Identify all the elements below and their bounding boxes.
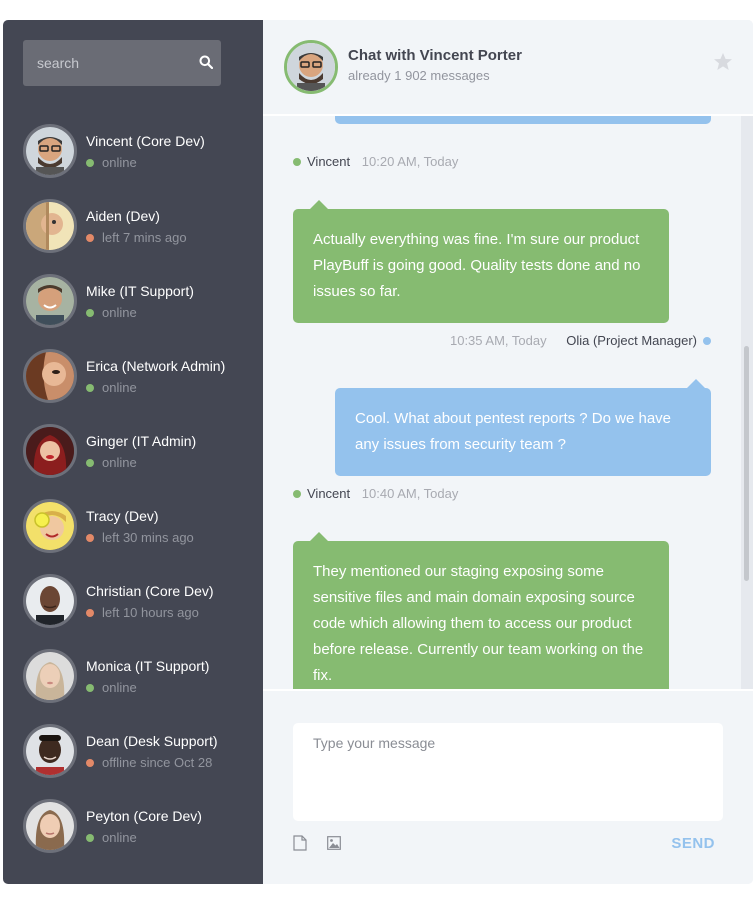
- image-icon[interactable]: [327, 836, 341, 850]
- avatar: [23, 349, 77, 403]
- avatar: [23, 199, 77, 253]
- status-dot: [86, 309, 94, 317]
- message-meta: Vincent 10:40 AM, Today: [293, 486, 458, 501]
- message-bubble: Actually everything was fine. I'm sure o…: [293, 200, 669, 323]
- contact-status: left 30 mins ago: [86, 530, 194, 545]
- star-icon[interactable]: [713, 52, 733, 72]
- message-meta: 10:35 AM, Today Olia (Project Manager): [450, 333, 711, 348]
- status-dot: [86, 684, 94, 692]
- contact-name: Erica (Network Admin): [86, 358, 226, 374]
- message-sender: Vincent: [307, 486, 351, 501]
- scrollbar[interactable]: [741, 116, 753, 689]
- status-dot: [86, 159, 94, 167]
- message-text: Cool. What about pentest reports ? Do we…: [355, 410, 672, 453]
- contact-item[interactable]: Vincent (Core Dev) online: [3, 124, 263, 199]
- message-bubble: They mentioned our staging exposing some…: [293, 532, 669, 689]
- contact-name: Aiden (Dev): [86, 208, 160, 224]
- contact-name: Mike (IT Support): [86, 283, 194, 299]
- message-sender: Olia (Project Manager): [566, 333, 697, 348]
- contact-name: Peyton (Core Dev): [86, 808, 202, 824]
- status-dot: [86, 234, 94, 242]
- message-time: 10:20 AM, Today: [361, 154, 459, 169]
- message-time: 10:35 AM, Today: [449, 333, 547, 348]
- avatar: [23, 724, 77, 778]
- chat-app: Vincent (Core Dev) online Aiden (Dev) le…: [3, 20, 753, 884]
- contact-item[interactable]: Monica (IT Support) online: [3, 649, 263, 724]
- message-text: They mentioned our staging exposing some…: [313, 563, 644, 684]
- status-dot: [86, 534, 94, 542]
- contact-item[interactable]: Aiden (Dev) left 7 mins ago: [3, 199, 263, 274]
- message-input[interactable]: [293, 723, 723, 821]
- chat-header: Chat with Vincent Porter already 1 902 m…: [263, 20, 753, 116]
- contact-item[interactable]: Mike (IT Support) online: [3, 274, 263, 349]
- message-text: Actually everything was fine. I'm sure o…: [313, 231, 641, 300]
- contact-name: Vincent (Core Dev): [86, 133, 205, 149]
- status-dot: [703, 337, 711, 345]
- message-composer: SEND: [263, 693, 753, 884]
- contact-name: Christian (Core Dev): [86, 583, 214, 599]
- contact-name: Dean (Desk Support): [86, 733, 218, 749]
- avatar: [23, 574, 77, 628]
- search-input[interactable]: [23, 40, 221, 86]
- contact-name: Ginger (IT Admin): [86, 433, 197, 449]
- file-icon[interactable]: [293, 835, 307, 851]
- status-dot: [86, 384, 94, 392]
- avatar: [23, 799, 77, 853]
- contact-status: left 7 mins ago: [86, 230, 187, 245]
- status-dot: [86, 609, 94, 617]
- contact-status: online: [86, 680, 137, 695]
- message-meta: Vincent 10:20 AM, Today: [293, 154, 458, 169]
- status-dot: [293, 490, 301, 498]
- avatar: [23, 649, 77, 703]
- contact-item[interactable]: Dean (Desk Support) offline since Oct 28: [3, 724, 263, 799]
- contact-name: Tracy (Dev): [86, 508, 159, 524]
- status-dot: [293, 158, 301, 166]
- message-count: already 1 902 messages: [348, 68, 490, 83]
- contact-status: online: [86, 380, 137, 395]
- contact-status: online: [86, 830, 137, 845]
- contact-name: Monica (IT Support): [86, 658, 210, 674]
- contact-status: offline since Oct 28: [86, 755, 212, 770]
- chat-title: Chat with Vincent Porter: [348, 47, 522, 64]
- avatar: [23, 499, 77, 553]
- message-bubble: Cool. What about pentest reports ? Do we…: [335, 379, 711, 476]
- message-sender: Vincent: [307, 154, 351, 169]
- chat-history: Vincent 10:20 AM, Today Actually everyth…: [263, 116, 753, 691]
- contact-item[interactable]: Ginger (IT Admin) online: [3, 424, 263, 499]
- contact-status: online: [86, 155, 137, 170]
- contact-item[interactable]: Peyton (Core Dev) online: [3, 799, 263, 874]
- avatar: [284, 40, 338, 94]
- contact-item[interactable]: Erica (Network Admin) online: [3, 349, 263, 424]
- previous-message-bubble: [335, 116, 711, 124]
- contact-status: online: [86, 455, 137, 470]
- contact-list: Vincent (Core Dev) online Aiden (Dev) le…: [3, 124, 263, 874]
- avatar: [23, 424, 77, 478]
- contact-item[interactable]: Christian (Core Dev) left 10 hours ago: [3, 574, 263, 649]
- contact-status: online: [86, 305, 137, 320]
- send-button[interactable]: SEND: [671, 835, 715, 852]
- status-dot: [86, 459, 94, 467]
- status-dot: [86, 834, 94, 842]
- message-time: 10:40 AM, Today: [361, 486, 459, 501]
- chat-panel: Chat with Vincent Porter already 1 902 m…: [263, 20, 753, 884]
- status-dot: [86, 759, 94, 767]
- search-icon[interactable]: [199, 55, 213, 69]
- avatar: [23, 124, 77, 178]
- scrollbar-thumb[interactable]: [744, 346, 749, 581]
- avatar: [23, 274, 77, 328]
- contact-status: left 10 hours ago: [86, 605, 199, 620]
- search-box: [23, 40, 221, 86]
- contact-item[interactable]: Tracy (Dev) left 30 mins ago: [3, 499, 263, 574]
- people-sidebar: Vincent (Core Dev) online Aiden (Dev) le…: [3, 20, 263, 884]
